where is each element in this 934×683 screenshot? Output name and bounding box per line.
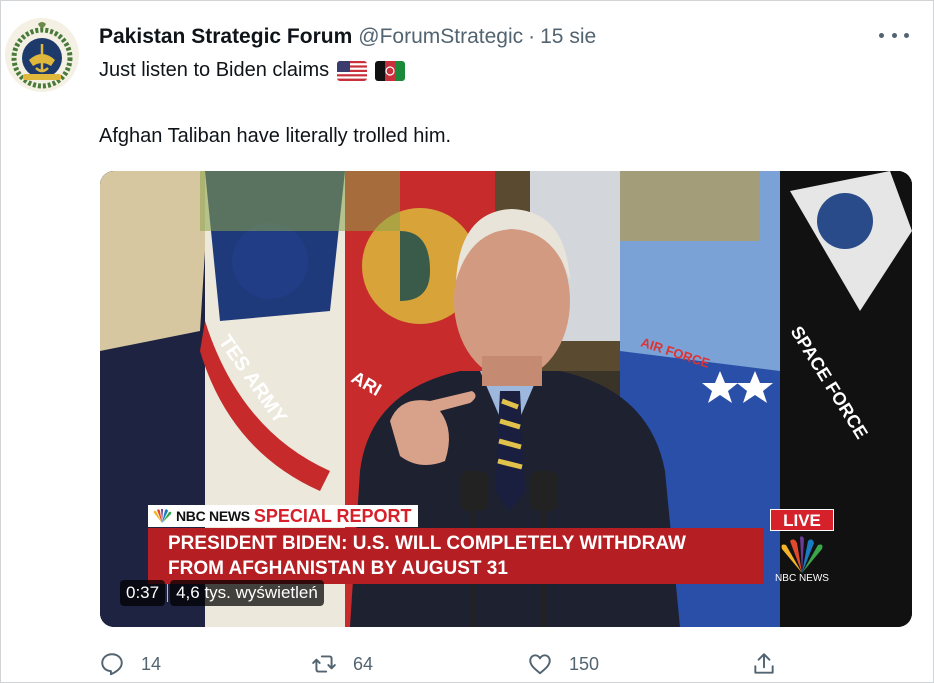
pakistan-strategic-forum-logo [7, 20, 77, 90]
retweet-button[interactable]: 64 [311, 649, 373, 679]
nbc-news-label: NBC NEWS [176, 508, 250, 524]
special-report-label: SPECIAL REPORT [253, 505, 412, 526]
us-flag-icon [337, 60, 368, 81]
headline-line-2: FROM AFGHANISTAN BY AUGUST 31 [168, 558, 508, 579]
like-button[interactable]: 150 [527, 649, 599, 679]
tweet-header: Pakistan Strategic Forum @ForumStrategic… [99, 23, 596, 51]
retweet-icon [312, 655, 336, 673]
afghanistan-flag-icon [375, 60, 406, 81]
reply-icon [101, 653, 123, 676]
headline-line-1: PRESIDENT BIDEN: U.S. WILL COMPLETELY WI… [168, 533, 686, 554]
tweet-text-line-1: Just listen to Biden claims [99, 59, 406, 82]
tweet-text: Just listen to Biden claims [99, 59, 330, 81]
meta-divider [167, 584, 169, 602]
retweet-count: 64 [353, 653, 374, 674]
timestamp[interactable]: 15 sie [540, 25, 596, 49]
nbc-special-report-label: NBC NEWS SPECIAL REPORT [148, 505, 418, 527]
reply-count: 14 [141, 653, 162, 674]
reply-button[interactable]: 14 [99, 649, 161, 679]
nbc-logo-text: NBC NEWS [775, 573, 829, 584]
separator-dot: · [528, 25, 536, 48]
display-name[interactable]: Pakistan Strategic Forum [99, 25, 352, 49]
live-badge: LIVE [770, 509, 834, 531]
tweet-card[interactable]: Pakistan Strategic Forum @ForumStrategic… [0, 0, 934, 683]
video-duration: 0:37 [120, 580, 166, 606]
video-player[interactable]: TES ARMY ARI AIR FORCE SPACE FORCE NBC N… [100, 171, 912, 627]
tweet-text-line-2: Afghan Taliban have literally trolled hi… [99, 125, 452, 147]
avatar[interactable] [5, 18, 79, 92]
video-views: 4,6 tys. wyświetleń [170, 580, 324, 606]
share-button[interactable] [751, 649, 793, 679]
heart-icon [529, 654, 551, 675]
news-headline-banner: PRESIDENT BIDEN: U.S. WILL COMPLETELY WI… [148, 528, 764, 584]
tweet-actions: 14 64 150 [99, 649, 799, 679]
nbc-peacock-icon [153, 509, 172, 523]
like-count: 150 [569, 653, 600, 674]
video-meta: 0:37 4,6 tys. wyświetleń [120, 579, 324, 607]
share-icon [754, 653, 774, 674]
more-options-icon[interactable] [879, 25, 909, 45]
user-handle[interactable]: @ForumStrategic [358, 25, 523, 49]
